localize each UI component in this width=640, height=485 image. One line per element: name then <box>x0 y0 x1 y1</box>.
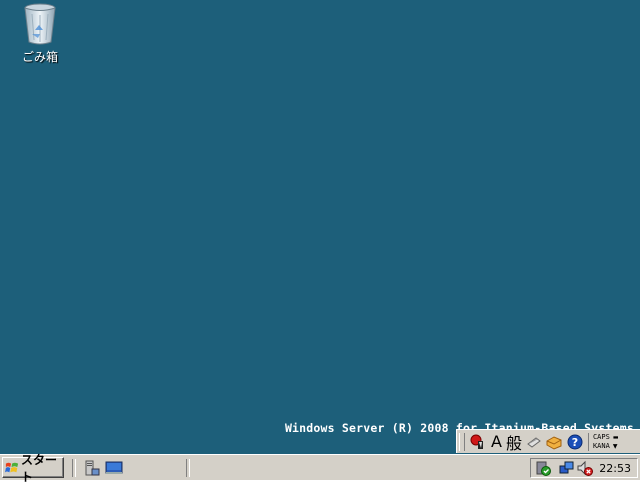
desktop[interactable]: ごみ箱 Windows Server (R) 2008 for Itanium-… <box>0 0 640 454</box>
caps-kana-indicator: CAPS KANA <box>587 432 610 451</box>
ime-pad-button[interactable] <box>467 432 489 452</box>
language-bar-options[interactable]: ▬ ▼ <box>613 433 619 451</box>
start-button[interactable]: スタート <box>2 453 64 484</box>
dictionary-icon <box>546 435 562 450</box>
volume-muted-icon[interactable] <box>577 460 594 476</box>
start-label: スタート <box>21 452 58 484</box>
kana-label: KANA <box>592 441 610 450</box>
recycle-bin-label: ごみ箱 <box>21 50 58 64</box>
input-mode-label: A <box>491 432 502 451</box>
help-icon: ? <box>567 434 583 449</box>
quick-launch-show-desktop[interactable] <box>104 458 124 478</box>
server-manager-icon <box>85 460 100 475</box>
ime-pad-icon <box>470 434 483 449</box>
windows-logo-icon <box>5 462 19 472</box>
conversion-mode-button[interactable]: 般 <box>504 432 524 453</box>
svg-text:?: ? <box>572 436 578 449</box>
caps-label: CAPS <box>592 432 610 441</box>
tools-icon <box>527 436 541 448</box>
help-button[interactable]: ? <box>564 432 586 452</box>
taskbar: スタート 22:53 <box>0 453 640 484</box>
language-bar[interactable]: A 般 ? CAPS KANA ▬ ▼ <box>456 429 640 453</box>
options-arrow-icon: ▼ <box>612 442 618 450</box>
clock[interactable]: 22:53 <box>599 462 631 475</box>
input-mode-button[interactable]: A <box>489 432 504 452</box>
network-icon[interactable] <box>559 460 575 476</box>
desktop-icon-recycle-bin[interactable]: ごみ箱 <box>14 2 66 70</box>
conversion-mode-label: 般 <box>505 433 522 453</box>
dictionary-button[interactable] <box>544 432 564 452</box>
show-desktop-icon <box>105 461 123 474</box>
notification-area: 22:53 <box>530 458 638 478</box>
quick-launch-separator[interactable] <box>72 458 76 477</box>
security-shield-icon[interactable] <box>535 460 552 476</box>
recycle-bin-icon <box>24 3 56 45</box>
taskbar-buttons-separator[interactable] <box>186 458 190 477</box>
language-bar-grip[interactable] <box>459 432 465 451</box>
tools-button[interactable] <box>524 432 544 452</box>
minimize-arrow-icon: ▬ <box>612 433 619 441</box>
quick-launch-server-manager[interactable] <box>82 458 102 478</box>
